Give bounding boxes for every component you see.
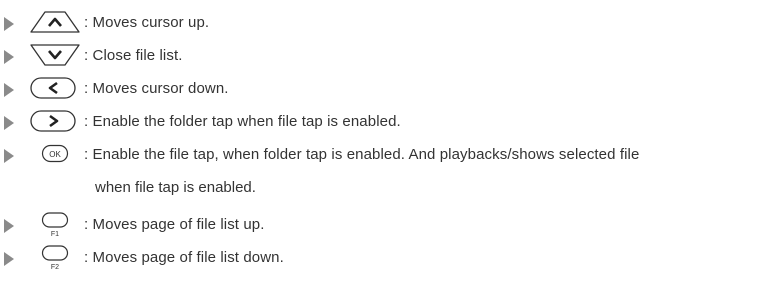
- bullet-arrow-icon: [4, 219, 14, 233]
- bullet-arrow-icon: [4, 50, 14, 64]
- item-description: : Moves cursor down.: [84, 80, 229, 97]
- item-description: : Close file list.: [84, 47, 183, 64]
- item-description: : Moves cursor up.: [84, 14, 210, 31]
- bullet-arrow-icon: [4, 116, 14, 130]
- item-description: : Enable the file tap, when folder tap i…: [84, 146, 640, 163]
- bullet-arrow-icon: [4, 17, 14, 31]
- item-description: : Enable the folder tap when file tap is…: [84, 113, 401, 130]
- list-item-down-key: : Close file list.: [0, 38, 765, 72]
- arrow-up-key-icon: [29, 9, 81, 35]
- item-description-continued: when file tap is enabled.: [95, 179, 256, 196]
- list-item-ok-key: OK : Enable the file tap, when folder ta…: [0, 137, 765, 203]
- arrow-left-key-icon: [29, 75, 79, 101]
- bullet-arrow-icon: [4, 252, 14, 266]
- arrow-down-key-icon: [29, 42, 81, 68]
- ok-key-icon: OK: [41, 144, 71, 164]
- item-description: : Moves page of file list up.: [84, 216, 265, 233]
- list-item-f2-key: F2 : Moves page of file list down.: [0, 240, 765, 274]
- item-description: : Moves page of file list down.: [84, 249, 284, 266]
- bullet-arrow-icon: [4, 83, 14, 97]
- f2-key-icon: F2: [41, 243, 71, 273]
- list-item-f1-key: F1 : Moves page of file list up.: [0, 207, 765, 241]
- list-item-up-key: : Moves cursor up.: [0, 5, 765, 39]
- bullet-arrow-icon: [4, 149, 14, 163]
- svg-text:OK: OK: [49, 150, 61, 159]
- list-item-left-key: : Moves cursor down.: [0, 71, 765, 105]
- list-item-right-key: : Enable the folder tap when file tap is…: [0, 104, 765, 138]
- svg-text:F2: F2: [51, 264, 59, 271]
- f1-key-icon: F1: [41, 210, 71, 240]
- arrow-right-key-icon: [29, 108, 79, 134]
- svg-text:F1: F1: [51, 231, 59, 238]
